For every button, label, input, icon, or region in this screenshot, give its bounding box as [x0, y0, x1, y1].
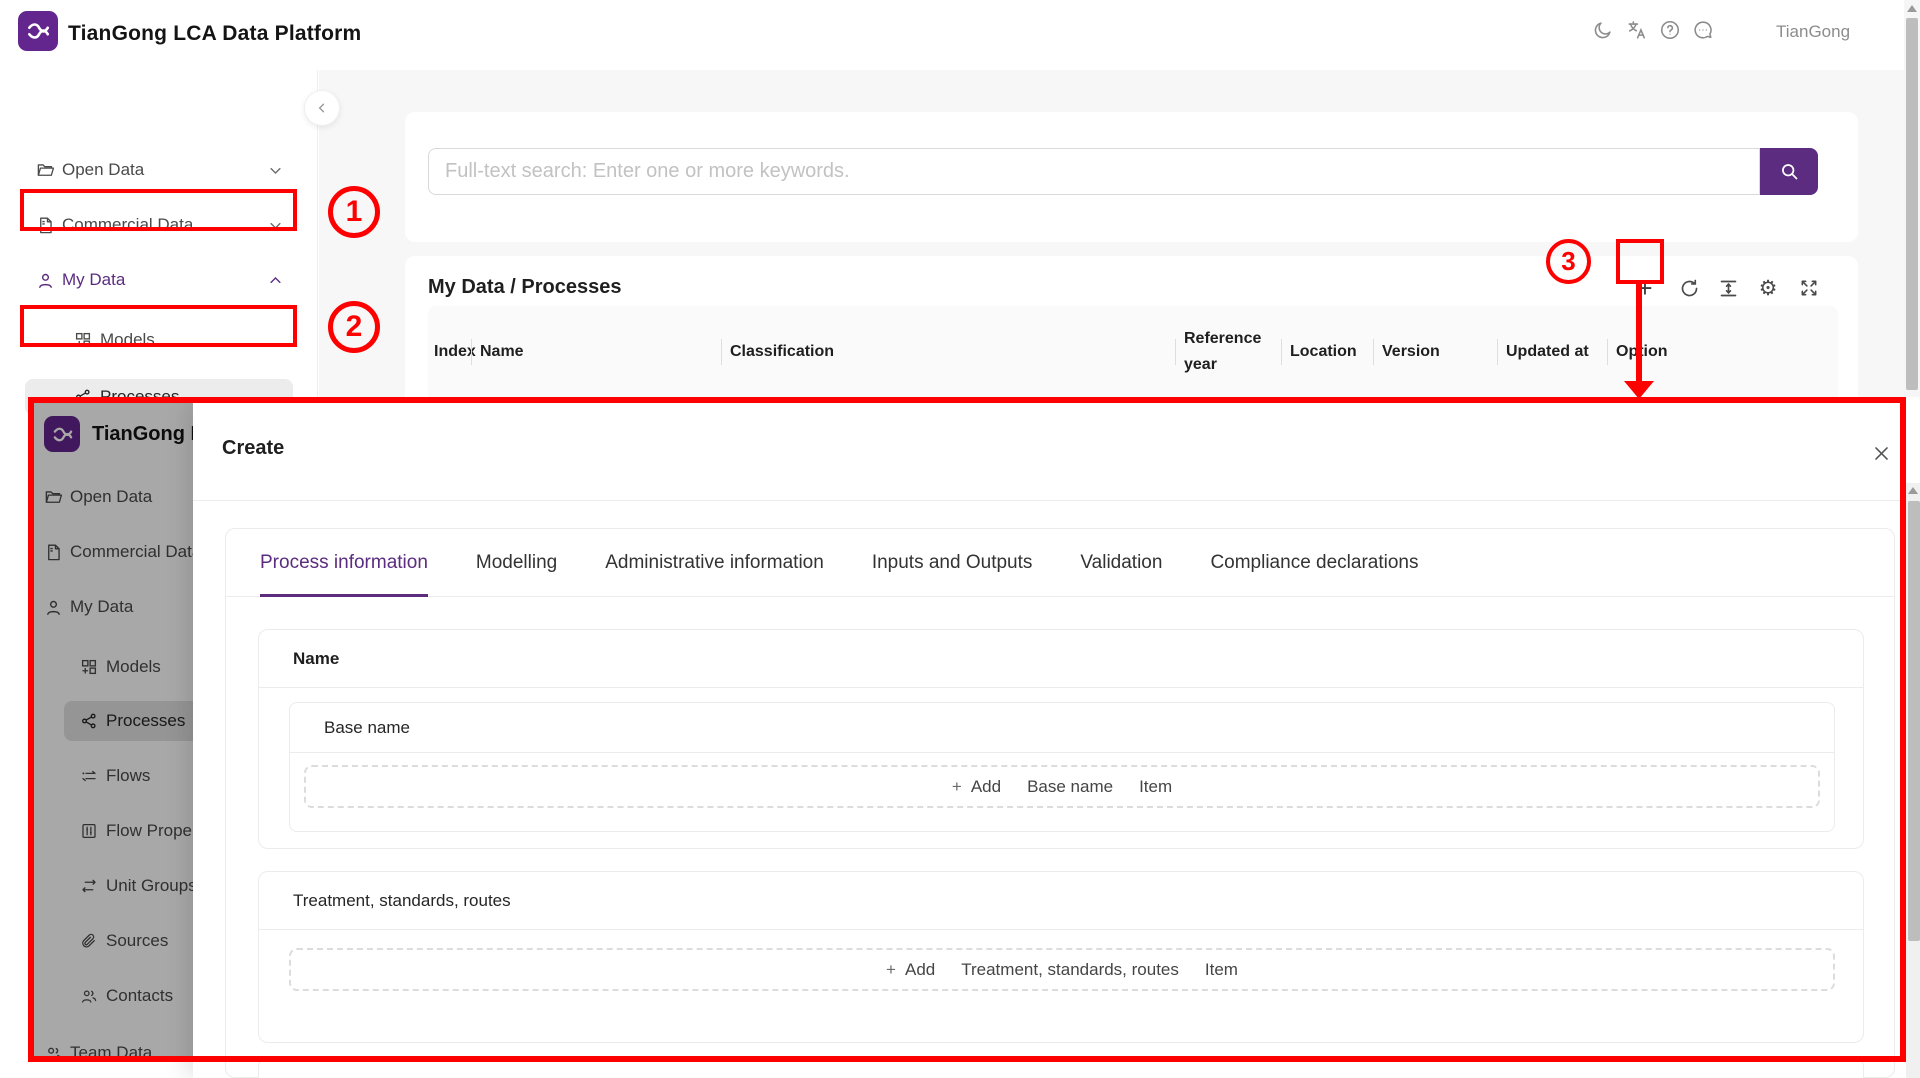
column-header-updated-at[interactable]: Updated at	[1498, 339, 1608, 365]
add-treatment-button[interactable]: + Add Treatment, standards, routes Item	[289, 948, 1835, 991]
search-card	[405, 112, 1858, 242]
dimmed-brand: TianGong LC	[44, 416, 193, 452]
drawer-title: Create	[222, 437, 284, 460]
annotation-box-create-button	[1616, 239, 1664, 284]
user-name[interactable]: TianGong	[1776, 22, 1850, 42]
brand-text: TianGong LC	[92, 423, 193, 446]
annotation-step-1: 1	[328, 186, 380, 238]
annotation-frame-bottom	[28, 1056, 1906, 1062]
form-tabs: Process information Modelling Administra…	[226, 529, 1894, 597]
app-logo-icon	[18, 11, 58, 51]
tab-inputs-and-outputs[interactable]: Inputs and Outputs	[872, 529, 1033, 597]
chevron-up-icon	[268, 273, 283, 288]
app-title: TianGong LCA Data Platform	[68, 22, 361, 46]
section-name-title: Name	[259, 630, 1863, 688]
column-header-reference-year[interactable]: Reference year	[1176, 326, 1282, 378]
screen: TianGong LCA Data Platform	[0, 0, 1920, 1078]
add-target-label: Treatment, standards, routes	[961, 960, 1179, 980]
search-icon	[1779, 161, 1800, 182]
tab-compliance-declarations[interactable]: Compliance declarations	[1210, 529, 1418, 597]
help-icon[interactable]	[1659, 19, 1681, 41]
column-header-classification[interactable]: Classification	[722, 339, 1176, 365]
sidebar-item-contacts: Contacts	[34, 979, 193, 1013]
annotation-arrow-line	[1636, 283, 1642, 383]
settings-gear-icon[interactable]: ⚙	[1750, 270, 1786, 306]
scrollbar-thumb[interactable]	[1908, 501, 1920, 941]
plus-icon: +	[886, 960, 896, 980]
tab-process-information[interactable]: Process information	[260, 529, 428, 597]
add-base-name-button[interactable]: + Add Base name Item	[304, 765, 1820, 808]
search-button[interactable]	[1760, 148, 1818, 195]
sidebar-item-open-data[interactable]: Open Data	[0, 153, 318, 187]
scrollbar-gap	[1906, 403, 1920, 483]
search-input[interactable]	[428, 148, 1760, 195]
refresh-icon[interactable]	[1671, 270, 1707, 306]
chevron-down-icon	[268, 163, 283, 178]
person-icon	[36, 271, 55, 290]
scrollbar-top-track[interactable]	[1904, 0, 1920, 397]
create-drawer: Create Process information Modelling Adm…	[193, 403, 1906, 1078]
column-header-version[interactable]: Version	[1374, 339, 1498, 365]
scrollbar-up-arrow[interactable]	[1908, 487, 1918, 494]
section-base-name-title: Base name	[290, 703, 1834, 753]
sidebar-item-models: Models	[34, 650, 193, 684]
column-header-location[interactable]: Location	[1282, 339, 1374, 365]
create-dialog-screenshot: TianGong LC Open Data Commercial Data My…	[28, 397, 1906, 1078]
sidebar-item-my-data[interactable]: My Data	[0, 263, 318, 297]
sidebar-collapse-button[interactable]	[304, 90, 340, 126]
sidebar-item-processes: Processes	[34, 704, 193, 738]
dark-mode-moon-icon[interactable]	[1592, 19, 1614, 41]
add-item-label: Item	[1205, 960, 1238, 980]
drawer-header-divider	[193, 500, 1906, 501]
add-target-label: Base name	[1027, 777, 1113, 797]
tab-validation[interactable]: Validation	[1080, 529, 1162, 597]
plus-icon: +	[952, 777, 962, 797]
sidebar-item-label: My Data	[62, 270, 125, 290]
tab-modelling[interactable]: Modelling	[476, 529, 557, 597]
scrollbar-up-arrow[interactable]	[1907, 5, 1917, 12]
translate-icon[interactable]	[1626, 19, 1648, 41]
annotation-box-my-data	[20, 189, 297, 231]
process-form-card: Process information Modelling Administra…	[225, 528, 1895, 1078]
scrollbar-bottom-track[interactable]	[1906, 403, 1920, 1078]
sidebar-item-label: Open Data	[62, 160, 144, 180]
column-header-name[interactable]: Name	[472, 339, 722, 365]
sidebar-item-flow-properties: Flow Propert	[34, 814, 193, 848]
app-logo-icon	[44, 416, 80, 452]
add-label: Add	[905, 960, 935, 980]
sidebar-item-sources: Sources	[34, 924, 193, 958]
column-header-index[interactable]: Index	[428, 339, 472, 365]
annotation-frame-left	[28, 397, 34, 1062]
folder-open-icon	[36, 161, 55, 180]
feedback-chat-icon[interactable]	[1692, 19, 1714, 41]
selected-item-highlight	[64, 701, 193, 741]
sidebar: Open Data Commercial Data My Data	[0, 70, 318, 397]
sidebar-item-flows: Flows	[34, 759, 193, 793]
sidebar-item-unit-groups: Unit Groups	[34, 869, 193, 903]
section-treatment: Treatment, standards, routes + Add Treat…	[258, 871, 1864, 1043]
sidebar-item-commercial-data: Commercial Data	[34, 535, 193, 569]
column-header-option[interactable]: Option	[1608, 339, 1838, 365]
annotation-frame-top	[28, 397, 1906, 403]
dimmed-sidebar: TianGong LC Open Data Commercial Data My…	[34, 403, 193, 1062]
breadcrumb: My Data / Processes	[428, 276, 621, 299]
annotation-step-2: 2	[328, 301, 380, 353]
row-height-icon[interactable]	[1710, 270, 1746, 306]
scrollbar-thumb[interactable]	[1906, 18, 1918, 390]
sidebar-item-open-data: Open Data	[34, 480, 193, 514]
section-name: Name Base name + Add Base name Item	[258, 629, 1864, 849]
section-treatment-title: Treatment, standards, routes	[259, 872, 1863, 930]
fullscreen-expand-icon[interactable]	[1791, 270, 1827, 306]
add-label: Add	[971, 777, 1001, 797]
close-icon[interactable]	[1861, 433, 1901, 473]
annotation-box-processes	[20, 305, 297, 347]
tab-administrative-information[interactable]: Administrative information	[605, 529, 824, 597]
annotation-step-3: 3	[1546, 239, 1591, 284]
sidebar-item-my-data: My Data	[34, 590, 193, 624]
add-item-label: Item	[1139, 777, 1172, 797]
section-base-name: Base name + Add Base name Item	[289, 702, 1835, 832]
app-header: TianGong LCA Data Platform	[0, 0, 1904, 70]
